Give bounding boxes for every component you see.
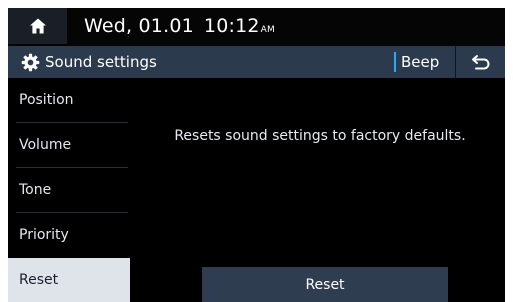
sidebar-item-tone[interactable]: Tone <box>8 168 130 212</box>
date-text: Wed, 01.01 <box>84 15 194 37</box>
sidebar-item-reset[interactable]: Reset <box>8 258 130 302</box>
reset-button-label: Reset <box>305 276 345 293</box>
page-title: Sound settings <box>45 53 157 71</box>
sidebar-item-label: Priority <box>19 227 69 243</box>
sidebar-item-priority[interactable]: Priority <box>8 213 130 257</box>
sidebar-item-position[interactable]: Position <box>8 78 130 122</box>
beep-indicator <box>394 52 396 72</box>
reset-description: Resets sound settings to factory default… <box>174 128 466 144</box>
main-content: Resets sound settings to factory default… <box>130 78 505 302</box>
sidebar-menu: Position Volume Tone Priority Reset <box>8 78 130 302</box>
status-bar: Wed, 01.01 10:12AM <box>8 8 505 46</box>
sidebar-item-label: Reset <box>19 272 59 288</box>
date-time: Wed, 01.01 10:12AM <box>84 15 275 37</box>
sidebar-item-label: Volume <box>19 137 72 153</box>
sidebar-item-label: Position <box>19 92 74 108</box>
reset-button[interactable]: Reset <box>202 267 448 302</box>
title-bar: Sound settings Beep <box>8 46 505 78</box>
sidebar-item-label: Tone <box>19 182 52 198</box>
time-text: 10:12 <box>203 15 260 37</box>
gear-icon <box>21 53 40 72</box>
head-unit-screen: Wed, 01.01 10:12AM Sound settings Beep P… <box>8 8 505 302</box>
sidebar-item-volume[interactable]: Volume <box>8 123 130 167</box>
home-button[interactable] <box>8 8 67 44</box>
home-icon <box>29 18 46 34</box>
back-arrow-icon <box>471 55 489 70</box>
back-button[interactable] <box>456 46 505 78</box>
ampm-text: AM <box>260 25 275 35</box>
beep-button[interactable]: Beep <box>394 46 454 78</box>
beep-label: Beep <box>401 53 440 71</box>
